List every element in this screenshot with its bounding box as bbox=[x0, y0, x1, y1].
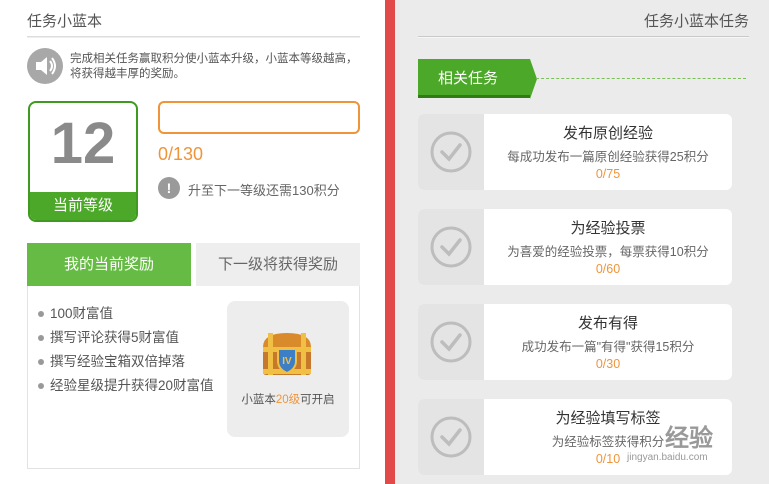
red-divider bbox=[385, 0, 395, 484]
next-level-info: 升至下一等级还需130积分 bbox=[188, 183, 340, 198]
check-circle-icon bbox=[418, 304, 484, 380]
panel-title: 任务小蓝本任务 bbox=[643, 13, 749, 30]
tab-current-rewards[interactable]: 我的当前奖励 bbox=[27, 243, 191, 292]
list-item: 撰写评论获得5财富值 bbox=[36, 326, 216, 350]
right-panel: 任务小蓝本任务 相关任务 发布原创经验 每成功发布一篇原创经验获得25积分 0/… bbox=[395, 0, 769, 484]
level-progress-bar bbox=[158, 101, 360, 134]
reward-list: 100财富值 撰写评论获得5财富值 撰写经验宝箱双倍掉落 经验星级提升获得20财… bbox=[36, 302, 216, 398]
task-title: 发布原创经验 bbox=[562, 125, 653, 142]
intro-text: 完成相关任务赢取积分使小蓝本升级，小蓝本等级越高，将获得越丰厚的奖励。 bbox=[70, 53, 358, 80]
info-icon: ! bbox=[158, 177, 180, 199]
treasure-chest-icon: IV bbox=[263, 333, 311, 375]
check-circle-icon bbox=[418, 114, 484, 190]
speaker-icon bbox=[27, 48, 63, 84]
svg-text:IV: IV bbox=[282, 356, 292, 367]
list-item: 100财富值 bbox=[36, 302, 216, 326]
list-item: 撰写经验宝箱双倍掉落 bbox=[36, 350, 216, 374]
task-desc: 每成功发布一篇原创经验获得25积分 bbox=[507, 150, 709, 164]
task-progress: 0/30 bbox=[595, 357, 621, 371]
task-title: 为经验投票 bbox=[570, 220, 646, 237]
task-card[interactable]: 为经验投票 为喜爱的经验投票，每票获得10积分 0/60 bbox=[418, 209, 732, 285]
level-number: 12 bbox=[50, 111, 116, 176]
task-progress: 0/60 bbox=[595, 262, 621, 276]
chest-caption: 小蓝本20级可开启 bbox=[241, 394, 335, 406]
progress-text: 0/130 bbox=[158, 144, 204, 164]
title-divider bbox=[27, 36, 360, 38]
task-card[interactable]: 发布有得 成功发布一篇"有得"获得15积分 0/30 bbox=[418, 304, 732, 380]
check-circle-icon bbox=[418, 209, 484, 285]
list-item: 经验星级提升获得20财富值 bbox=[36, 374, 216, 398]
watermark-text: 经验 bbox=[665, 425, 713, 452]
watermark-url: jingyan.baidu.com bbox=[627, 452, 708, 463]
reward-chest-card: IV 小蓝本20级可开启 bbox=[227, 301, 349, 437]
section-label: 相关任务 bbox=[418, 59, 537, 99]
task-desc: 为喜爱的经验投票，每票获得10积分 bbox=[507, 245, 709, 259]
tab-next-rewards[interactable]: 下一级将获得奖励 bbox=[196, 243, 360, 286]
task-card[interactable]: 发布原创经验 每成功发布一篇原创经验获得25积分 0/75 bbox=[418, 114, 732, 190]
section-dash-line bbox=[536, 78, 746, 79]
task-title: 发布有得 bbox=[577, 315, 638, 332]
task-progress: 0/75 bbox=[595, 167, 621, 181]
level-label: 当前等级 bbox=[30, 186, 136, 220]
level-box: 12 当前等级 bbox=[28, 101, 138, 222]
left-panel: 任务小蓝本 完成相关任务赢取积分使小蓝本升级，小蓝本等级越高，将获得越丰厚的奖励… bbox=[0, 0, 385, 484]
task-desc: 成功发布一篇"有得"获得15积分 bbox=[521, 340, 695, 354]
check-circle-icon bbox=[418, 399, 484, 475]
panel-title: 任务小蓝本 bbox=[27, 13, 103, 30]
title-divider bbox=[418, 36, 749, 38]
